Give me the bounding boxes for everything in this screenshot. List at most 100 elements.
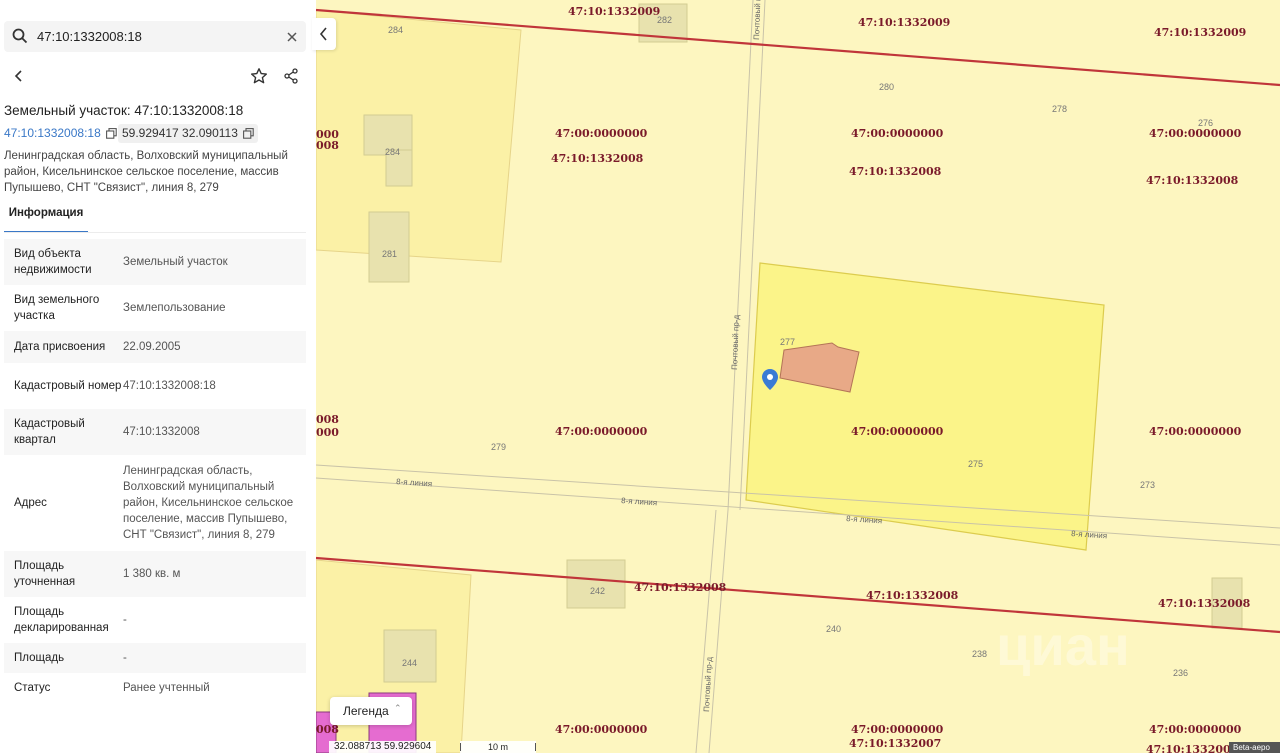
coordinates-chip[interactable]: 59.929417 32.090113 bbox=[118, 124, 258, 143]
collapse-panel-button[interactable] bbox=[312, 18, 336, 50]
quarter-label: 47:00:0000000 bbox=[1149, 425, 1242, 438]
properties-table: Вид объекта недвижимости Земельный участо… bbox=[4, 239, 306, 703]
quarter-label: 47:10:1332008 bbox=[1146, 174, 1239, 187]
quarter-label: 47:00:0000000 bbox=[851, 723, 944, 736]
quarter-label: 47:10:1332009 bbox=[568, 5, 660, 18]
quarter-label: 47:00:0000000 bbox=[1149, 127, 1242, 140]
map-canvas[interactable]: циан 47:10:1332009 47:10:1332009 47:10:1… bbox=[316, 0, 1280, 753]
scale-tick bbox=[535, 743, 536, 751]
property-value: 22.09.2005 bbox=[123, 341, 181, 353]
legend-button[interactable]: Легенда ⌃ bbox=[330, 697, 412, 725]
quarter-label: 47:00:0000000 bbox=[1149, 723, 1242, 736]
property-value: - bbox=[123, 614, 127, 626]
building-242 bbox=[566, 559, 626, 609]
property-row: Вид объекта недвижимости Земельный участо… bbox=[4, 239, 306, 285]
property-value: Ранее учтенный bbox=[123, 682, 210, 694]
property-value: Ленинградская область, Волховский муници… bbox=[123, 465, 294, 541]
quarter-label: 47:10:1332008 bbox=[634, 581, 727, 594]
property-key: Кадастровый номер bbox=[14, 380, 122, 392]
cadastral-number-text[interactable]: 47:10:1332008:18 bbox=[4, 126, 101, 140]
quarter-label-cut: 008 bbox=[316, 413, 339, 426]
favorite-star-icon[interactable] bbox=[250, 67, 268, 90]
parcel-number: 277 bbox=[780, 337, 795, 347]
parcel-number: 236 bbox=[1173, 668, 1188, 678]
parcel-number: 238 bbox=[972, 649, 987, 659]
property-key: Статус bbox=[14, 682, 51, 694]
legend-label: Легенда bbox=[343, 704, 389, 718]
copy-icon[interactable] bbox=[242, 128, 254, 139]
tab-divider bbox=[4, 232, 306, 233]
quarter-label: 47:10:1332008 bbox=[849, 165, 942, 178]
property-row: Статус Ранее учтенный bbox=[4, 673, 306, 703]
parcel-number: 244 bbox=[402, 658, 417, 668]
parcel-number: 281 bbox=[382, 249, 397, 259]
cursor-coordinates: 32.088713 59.929604 bbox=[329, 741, 437, 753]
building-244 bbox=[383, 629, 437, 683]
cadastral-map[interactable]: циан 47:10:1332009 47:10:1332009 47:10:1… bbox=[316, 0, 1280, 753]
cadastral-number-link[interactable]: 47:10:1332008:18 bbox=[0, 124, 121, 143]
clear-search-icon[interactable] bbox=[286, 30, 298, 48]
page-title: Земельный участок: 47:10:1332008:18 bbox=[4, 103, 244, 118]
quarter-label-cut: 000 bbox=[316, 426, 339, 439]
property-row: Площадь уточненная 1 380 кв. м bbox=[4, 551, 306, 597]
property-value: 47:10:1332008:18 bbox=[123, 380, 216, 392]
property-key: Вид объекта недвижимости bbox=[14, 248, 92, 276]
quarter-label: 47:00:0000000 bbox=[555, 723, 648, 736]
quarter-label: 47:10:1332007 bbox=[849, 737, 941, 750]
parcel-number: 280 bbox=[879, 82, 894, 92]
property-value: Земельный участок bbox=[123, 256, 228, 268]
property-row: Вид земельного участка Землепользование bbox=[4, 285, 306, 331]
property-key: Площадь уточненная bbox=[14, 560, 76, 588]
parcel-number: 275 bbox=[968, 459, 983, 469]
scale-tick bbox=[460, 743, 461, 751]
property-value: 1 380 кв. м bbox=[123, 568, 181, 580]
property-row: Адрес Ленинградская область, Волховский м… bbox=[4, 455, 306, 551]
parcel-number: 276 bbox=[1198, 118, 1213, 128]
property-key: Адрес bbox=[14, 497, 47, 509]
quarter-label: 47:00:0000000 bbox=[851, 425, 944, 438]
parcel-number: 284 bbox=[388, 25, 403, 35]
parcel-number: 279 bbox=[491, 442, 506, 452]
quarter-label-cut: 008 bbox=[316, 139, 339, 152]
copy-icon[interactable] bbox=[105, 128, 117, 139]
parcel-284-top[interactable] bbox=[316, 9, 522, 263]
quarter-label: 47:10:1332008 bbox=[551, 152, 644, 165]
address-summary: Ленинградская область, Волховский муници… bbox=[4, 150, 288, 194]
back-icon[interactable] bbox=[12, 69, 26, 88]
property-key: Кадастровый квартал bbox=[14, 418, 85, 446]
parcel-number: 242 bbox=[590, 586, 605, 596]
search-input[interactable]: 47:10:1332008:18 bbox=[37, 29, 142, 44]
beta-badge: Beta-aepo bbox=[1229, 742, 1280, 753]
scale-bar: 10 m bbox=[460, 741, 536, 753]
quarter-label: 47:10:1332009 bbox=[1154, 26, 1246, 39]
property-key: Площадь декларированная bbox=[14, 606, 109, 634]
property-row: Дата присвоения 22.09.2005 bbox=[4, 331, 306, 363]
quarter-label: 47:10:1332009 bbox=[1146, 743, 1238, 753]
quarter-label: 47:10:1332008 bbox=[1158, 597, 1251, 610]
tab-information[interactable]: Информация bbox=[4, 207, 88, 233]
property-row: Кадастровый номер 47:10:1332008:18 bbox=[4, 363, 306, 409]
property-key: Дата присвоения bbox=[14, 341, 106, 353]
search-box[interactable]: 47:10:1332008:18 bbox=[4, 21, 306, 52]
parcel-number: 240 bbox=[826, 624, 841, 634]
property-value: - bbox=[123, 652, 127, 664]
selected-parcel[interactable] bbox=[745, 262, 1105, 551]
property-row: Кадастровый квартал 47:10:1332008 bbox=[4, 409, 306, 455]
parcel-number: 278 bbox=[1052, 104, 1067, 114]
property-row: Площадь декларированная - bbox=[4, 597, 306, 643]
quarter-label: 47:10:1332009 bbox=[858, 16, 950, 29]
parcel-number: 284 bbox=[385, 147, 400, 157]
quarter-label: 47:00:0000000 bbox=[851, 127, 944, 140]
parcel-number: 273 bbox=[1140, 480, 1155, 490]
scale-label: 10 m bbox=[487, 742, 508, 752]
property-value: Землепользование bbox=[123, 302, 226, 314]
parcel-number: 282 bbox=[657, 15, 672, 25]
info-panel: 47:10:1332008:18 Земельный участок: 47:1… bbox=[0, 0, 316, 753]
cian-watermark: циан bbox=[996, 614, 1130, 677]
chevron-left-icon bbox=[319, 27, 327, 41]
share-icon[interactable] bbox=[283, 68, 299, 89]
property-key: Площадь bbox=[14, 652, 65, 664]
building-281 bbox=[368, 211, 410, 283]
property-row: Площадь - bbox=[4, 643, 306, 673]
property-value: 47:10:1332008 bbox=[123, 426, 200, 438]
